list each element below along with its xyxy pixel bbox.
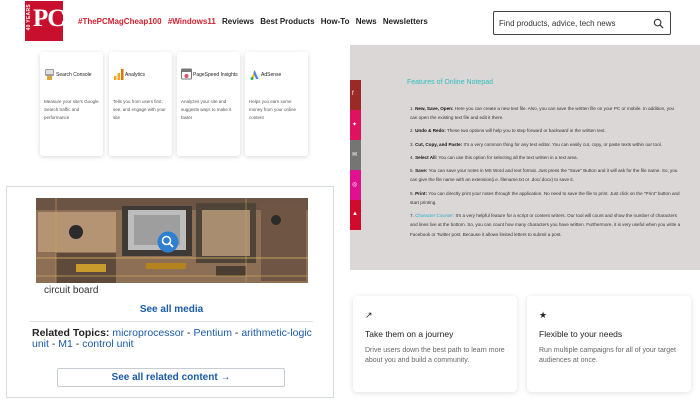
tool-card-search-console[interactable]: Search Console Measure your site's Googl…: [40, 52, 103, 156]
feature-term: Cut, Copy, and Paste:: [415, 141, 463, 147]
nav-link-news[interactable]: News: [356, 17, 377, 26]
feature-text: You can save your notes in MS Word and t…: [410, 168, 678, 183]
nav-link-cheap100[interactable]: #ThePCMagCheap100: [78, 17, 162, 26]
tool-card-pagespeed[interactable]: PageSpeed Insights Analyzes your site an…: [177, 52, 240, 156]
feature-card-flexible[interactable]: ★ Flexible to your needs Run multiple ca…: [527, 296, 691, 392]
nav-link-reviews[interactable]: Reviews: [222, 17, 254, 26]
notepad-feature-list: 1. New, Save, Open: Here you can create …: [410, 104, 682, 243]
feature-term: Print:: [415, 190, 428, 196]
see-all-related-button[interactable]: See all related content →: [57, 368, 285, 387]
pagespeed-icon: [181, 68, 192, 80]
pinterest-icon: ▲: [352, 211, 358, 217]
facebook-icon: f: [352, 91, 354, 97]
tool-description: Measure your site's Google Search traffi…: [44, 99, 99, 120]
nav-link-how-to[interactable]: How-To: [321, 17, 350, 26]
feature-item: 3. Cut, Copy, and Paste: It's a very com…: [410, 141, 662, 147]
related-topic-link[interactable]: control unit: [82, 338, 133, 350]
star-icon: ★: [539, 310, 548, 320]
feature-card-description: Drive users down the best path to learn …: [365, 347, 505, 364]
feature-term: New, Save, Open:: [415, 106, 454, 111]
nav-link-windows11[interactable]: #Windows11: [168, 17, 216, 26]
feature-text: It's a very common thing for any text ed…: [462, 141, 662, 147]
nav-link-best-products[interactable]: Best Products: [260, 17, 314, 26]
feature-term: Undo & Redo:: [415, 128, 446, 134]
share-bar: f ✦ ✉ ◎ ▲: [350, 80, 361, 260]
tool-title: Analytics: [125, 72, 146, 78]
logo-years-text: 40 YEARS: [26, 4, 32, 31]
tool-description: Analyzes your site and suggests ways to …: [181, 99, 232, 120]
instagram-icon: ◎: [352, 182, 358, 188]
tool-title: Search Console: [56, 72, 92, 78]
tool-card-adsense[interactable]: AdSense Helps you earn some money from y…: [245, 52, 308, 156]
search-icon[interactable]: [653, 18, 664, 29]
feature-item: 4. Select All: You can use this option f…: [410, 154, 578, 160]
pinterest-share-button[interactable]: ▲: [350, 200, 361, 230]
email-icon: ✉: [352, 152, 358, 158]
tool-title: PageSpeed Insights: [193, 72, 238, 78]
search-box: [493, 11, 671, 35]
tool-description: Tells you from users first, see, and eng…: [113, 99, 166, 120]
twitter-icon: ✦: [352, 122, 358, 128]
search-console-icon: [45, 69, 54, 80]
pcmag-logo[interactable]: 40 YEARS PC: [25, 1, 65, 41]
feature-text: You can use this option for selecting al…: [437, 154, 578, 160]
search-input[interactable]: [499, 15, 647, 31]
instagram-share-button[interactable]: ◎: [350, 170, 361, 200]
notepad-features-title: Features of Online Notepad: [407, 79, 493, 86]
logo-brand-text: PC: [33, 5, 65, 32]
see-all-media-link[interactable]: See all media: [30, 300, 313, 322]
analytics-icon: [114, 69, 124, 80]
related-topic-link[interactable]: Pentium: [193, 327, 232, 339]
feature-item: 2. Undo & Redo: These two options will h…: [410, 128, 606, 134]
facebook-share-button[interactable]: f: [350, 80, 361, 110]
feature-text: These two options will help you to step …: [445, 128, 606, 134]
related-topic-link[interactable]: M1: [58, 338, 73, 350]
feature-card-journey[interactable]: ↗ Take them on a journey Drive users dow…: [353, 296, 517, 392]
related-topics: Related Topics: microprocessor - Pentium…: [32, 327, 312, 350]
feature-item: 5. Save: You can save your notes in MS W…: [410, 168, 678, 183]
nav-link-newsletters[interactable]: Newsletters: [383, 17, 428, 26]
tool-title: AdSense: [261, 72, 282, 78]
feature-card-description: Run multiple campaigns for all of your t…: [539, 347, 676, 364]
twitter-share-button[interactable]: ✦: [350, 110, 361, 140]
feature-item: 7. Character Counter: It's a very helpfu…: [410, 213, 681, 237]
feature-term: Save:: [415, 168, 428, 174]
feature-text: You can directly print your notes throug…: [410, 190, 680, 205]
feature-card-title: Take them on a journey: [365, 329, 454, 339]
zoom-icon[interactable]: [157, 231, 179, 253]
circuit-board-image[interactable]: [36, 198, 308, 283]
adsense-icon: [250, 70, 259, 80]
feature-item: 1. New, Save, Open: Here you can create …: [410, 106, 675, 121]
tool-card-analytics[interactable]: Analytics Tells you from users first, se…: [109, 52, 172, 156]
email-share-button[interactable]: ✉: [350, 140, 361, 170]
feature-term: Select All:: [415, 154, 438, 160]
top-nav: #ThePCMagCheap100 #Windows11 Reviews Bes…: [78, 17, 432, 26]
image-caption: circuit board: [44, 285, 99, 296]
tool-description: Helps you earn some money from your onli…: [249, 99, 297, 120]
trend-icon: ↗: [365, 310, 373, 320]
feature-term-link[interactable]: Character Counter:: [415, 213, 454, 218]
feature-card-title: Flexible to your needs: [539, 329, 623, 339]
feature-item: 6. Print: You can directly print your no…: [410, 190, 680, 205]
